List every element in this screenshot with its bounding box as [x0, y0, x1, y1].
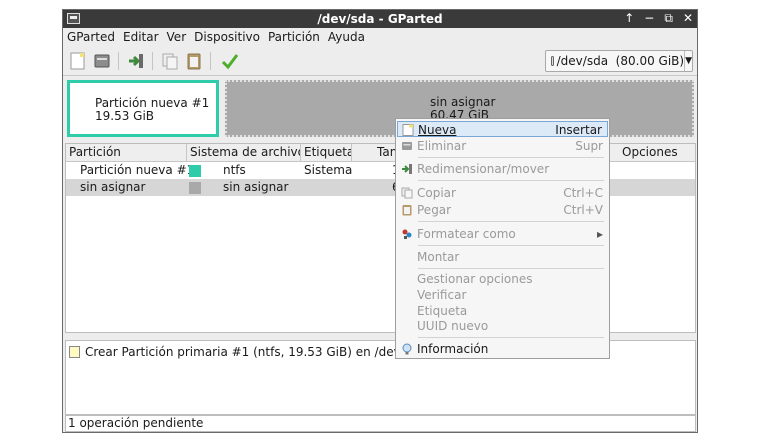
minimize-icon[interactable]: −: [644, 11, 654, 26]
menu-gparted[interactable]: GParted: [67, 30, 115, 44]
menu-item-eliminar-label: Eliminar: [417, 139, 467, 153]
menu-item-pegar-label: Pegar: [417, 203, 452, 217]
menu-item-formatear[interactable]: Formatear como ▸: [397, 226, 608, 242]
menu-item-nueva[interactable]: Nueva Insertar: [397, 121, 608, 137]
delete-partition-icon[interactable]: [93, 52, 111, 70]
operation-item[interactable]: Crear Partición primaria #1 (ntfs, 19.53…: [69, 345, 426, 359]
paste-icon[interactable]: [185, 52, 203, 70]
close-icon[interactable]: ✕: [683, 11, 693, 26]
menu-item-redimensionar-label: Redimensionar/mover: [417, 162, 550, 176]
lightbulb-icon: [402, 343, 412, 355]
menu-item-formatear-label: Formatear como: [417, 227, 516, 241]
resize-move-icon[interactable]: [127, 52, 145, 70]
hard-disk-icon: [551, 56, 554, 66]
window-title: /dev/sda - GParted: [317, 12, 443, 26]
header-size[interactable]: Tam: [352, 144, 397, 161]
menu-item-etiqueta-label: Etiqueta: [417, 304, 468, 318]
paste-icon: [402, 205, 412, 216]
resize-move-icon: [402, 164, 412, 174]
menu-item-copiar-label: Copiar: [417, 186, 456, 200]
menu-item-informacion[interactable]: Información: [397, 341, 608, 357]
menu-item-etiqueta[interactable]: Etiqueta: [397, 303, 608, 319]
operation-text: Crear Partición primaria #1 (ntfs, 19.53…: [85, 345, 426, 359]
submenu-arrow-icon: ▸: [596, 227, 603, 241]
menu-item-pegar[interactable]: Pegar Ctrl+V: [397, 202, 608, 218]
disk-map-partition-1[interactable]: Partición nueva #1 19.53 GiB: [67, 80, 219, 137]
toolbar: /dev/sda (80.00 GiB) ▼: [63, 46, 697, 76]
menu-item-nueva-label: Nueva: [418, 123, 457, 137]
menu-item-redimensionar[interactable]: Redimensionar/mover: [397, 161, 608, 177]
menu-item-montar[interactable]: Montar: [397, 249, 608, 265]
status-bar: 1 operación pendiente: [65, 415, 696, 432]
new-partition-icon[interactable]: [69, 52, 87, 70]
new-icon: [402, 124, 414, 136]
menu-item-eliminar-accel: Supr: [575, 139, 603, 153]
menu-ver[interactable]: Ver: [167, 30, 187, 44]
header-filesystem[interactable]: Sistema de archivos: [187, 144, 301, 161]
menu-item-verificar[interactable]: Verificar: [397, 287, 608, 303]
row-1-filesystem: ntfs: [223, 163, 246, 177]
device-selector[interactable]: /dev/sda (80.00 GiB) ▼: [545, 50, 693, 72]
menu-item-montar-label: Montar: [417, 250, 460, 264]
copy-icon[interactable]: [161, 52, 179, 70]
device-selector-label: /dev/sda (80.00 GiB): [556, 54, 685, 68]
menu-particion[interactable]: Partición: [268, 30, 320, 44]
title-bar: /dev/sda - GParted ↑ − ⧉ ✕: [63, 10, 697, 28]
apply-checkmark-icon[interactable]: [221, 52, 239, 70]
menu-item-pegar-accel: Ctrl+V: [563, 203, 603, 217]
copy-icon: [401, 187, 413, 199]
menu-editar[interactable]: Editar: [123, 30, 159, 44]
menu-item-uuid[interactable]: UUID nuevo: [397, 318, 608, 334]
menu-item-copiar[interactable]: Copiar Ctrl+C: [397, 185, 608, 201]
menu-dispositivo[interactable]: Dispositivo: [194, 30, 260, 44]
keep-above-icon[interactable]: ↑: [624, 11, 634, 26]
format-icon: [402, 229, 412, 239]
row-1-label: Sistema: [304, 163, 353, 177]
row-1-partition: Partición nueva #1: [80, 163, 195, 177]
context-menu: Nueva Insertar Eliminar Supr Redimension…: [395, 118, 610, 359]
row-2-partition: sin asignar: [80, 180, 146, 194]
menu-item-copiar-accel: Ctrl+C: [563, 186, 603, 200]
menu-item-gestionar[interactable]: Gestionar opciones: [397, 271, 608, 287]
new-partition-icon: [69, 346, 80, 358]
row-2-color-swatch: [189, 182, 201, 194]
menu-item-eliminar[interactable]: Eliminar Supr: [397, 138, 608, 154]
menu-item-gestionar-label: Gestionar opciones: [417, 272, 533, 286]
row-2-filesystem: sin asignar: [223, 180, 289, 194]
header-flags[interactable]: Opciones: [611, 144, 695, 161]
header-label[interactable]: Etiqueta: [301, 144, 352, 161]
partition-1-size: 19.53 GiB: [95, 109, 155, 123]
menu-item-verificar-label: Verificar: [417, 288, 467, 302]
row-1-color-swatch: [189, 165, 201, 177]
menu-ayuda[interactable]: Ayuda: [328, 30, 365, 44]
chevron-down-icon[interactable]: ▼: [684, 51, 692, 71]
header-partition[interactable]: Partición: [66, 144, 187, 161]
menu-item-nueva-accel: Insertar: [555, 123, 602, 137]
menu-item-informacion-label: Información: [417, 342, 489, 356]
maximize-icon[interactable]: ⧉: [664, 11, 673, 26]
menu-bar: GParted Editar Ver Dispositivo Partición…: [63, 28, 697, 46]
delete-icon: [402, 142, 412, 150]
menu-item-uuid-label: UUID nuevo: [417, 319, 489, 333]
